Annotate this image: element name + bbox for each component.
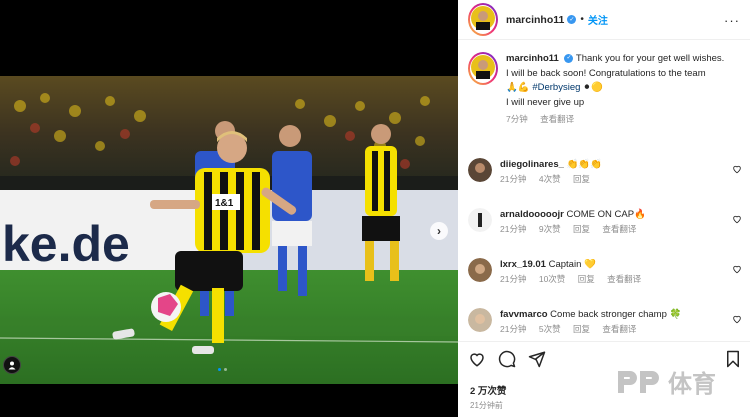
comment-text: 👏👏👏 xyxy=(566,159,603,170)
comment-likes[interactable]: 4次赞 xyxy=(539,174,561,184)
comment-text: Captain 💛 xyxy=(548,259,596,270)
comment-time: 21分钟 xyxy=(500,274,527,284)
yellow-circle-icon: 🟡 xyxy=(591,82,603,93)
comment-item: diiegolinares_ 👏👏👏 21分钟 4次赞 回复 xyxy=(468,158,744,186)
comment-reply-button[interactable]: 回复 xyxy=(573,224,590,234)
verified-badge-icon: ✓ xyxy=(567,15,577,24)
comment-time: 21分钟 xyxy=(500,174,527,184)
comment-bubble-icon[interactable] xyxy=(498,350,516,368)
comment-username[interactable]: arnaldooooojr xyxy=(500,209,564,220)
caption-username[interactable]: marcinho11 xyxy=(506,53,559,64)
comment-username[interactable]: diiegolinares_ xyxy=(500,159,564,170)
verified-badge-icon: ✓ xyxy=(564,53,574,63)
bookmark-icon[interactable] xyxy=(724,350,742,368)
comment-likes[interactable]: 10次赞 xyxy=(539,274,565,284)
carousel-dot xyxy=(224,368,227,371)
comment-translate-link[interactable]: 查看翻译 xyxy=(602,324,636,334)
caption-line-1: Thank you for your get well wishes. xyxy=(575,53,725,64)
comment-translate-link[interactable]: 查看翻译 xyxy=(602,224,636,234)
comment-avatar[interactable] xyxy=(468,308,492,332)
comment-username[interactable]: favvmarco xyxy=(500,309,548,320)
comment-reply-button[interactable]: 回复 xyxy=(573,174,590,184)
comment-avatar[interactable] xyxy=(468,258,492,282)
carousel-dots xyxy=(218,368,227,371)
pp-logo-icon xyxy=(618,370,659,393)
comment-time: 21分钟 xyxy=(500,324,527,334)
tagged-users-icon[interactable] xyxy=(3,356,21,374)
caption-time: 7分钟 xyxy=(506,114,528,124)
post-header: marcinho11 ✓ • 关注 ··· xyxy=(458,0,750,40)
black-circle-icon: ⚫ xyxy=(583,82,591,93)
share-send-icon[interactable] xyxy=(528,350,546,368)
comment-item: arnaldooooojr COME ON CAP🔥 21分钟 9次赞 回复 查… xyxy=(468,208,744,236)
comment-translate-link[interactable]: 查看翻译 xyxy=(607,274,641,284)
caption-translate-link[interactable]: 查看翻译 xyxy=(540,114,574,124)
action-bar: 2 万次赞 21分钟前 体育 xyxy=(458,341,750,417)
comment-item: lxrx_19.01 Captain 💛 21分钟 10次赞 回复 查看翻译 xyxy=(468,258,744,286)
comment-avatar[interactable] xyxy=(468,158,492,182)
football xyxy=(151,292,181,322)
header-username[interactable]: marcinho11 xyxy=(506,14,564,26)
like-heart-icon[interactable] xyxy=(468,350,486,368)
post-photo[interactable]: ke.de 1&1 xyxy=(0,76,458,384)
likes-count[interactable]: 2 万次赞 xyxy=(470,383,506,397)
carousel-dot-active xyxy=(218,368,221,371)
praying-hands-icon: 🙏 xyxy=(506,82,518,93)
watermark: 体育 xyxy=(616,364,716,399)
avatar-image xyxy=(471,6,495,30)
comment-like-heart-icon[interactable] xyxy=(732,214,742,224)
comment-likes[interactable]: 9次赞 xyxy=(539,224,561,234)
comment-text: Come back stronger champ 🍀 xyxy=(550,309,682,320)
ad-board-text: ke.de xyxy=(2,216,130,272)
hashtag-link[interactable]: #Derbysieg xyxy=(532,82,580,93)
caption-avatar[interactable] xyxy=(468,52,498,85)
jersey-sponsor: 1&1 xyxy=(215,198,234,209)
football-photo: ke.de 1&1 xyxy=(0,76,458,384)
comment-like-heart-icon[interactable] xyxy=(732,164,742,174)
comment-reply-button[interactable]: 回复 xyxy=(573,324,590,334)
more-options-icon[interactable]: ··· xyxy=(724,13,740,28)
comment-likes[interactable]: 5次赞 xyxy=(539,324,561,334)
follow-button[interactable]: 关注 xyxy=(588,12,608,27)
caption-line-3: I will never give up xyxy=(506,96,585,108)
post-panel: marcinho11 ✓ • 关注 ··· marcinho11 ✓ Thank… xyxy=(458,0,750,417)
caption: marcinho11 ✓ Thank you for your get well… xyxy=(468,52,744,127)
caption-line-2: I will be back soon! Congratulations to … xyxy=(506,67,706,79)
comment-item: favvmarco Come back stronger champ 🍀 21分… xyxy=(468,308,744,336)
comment-like-heart-icon[interactable] xyxy=(732,264,742,274)
post-time: 21分钟前 xyxy=(470,401,503,410)
post-media: ke.de 1&1 › xyxy=(0,0,458,417)
flexed-biceps-icon: 💪 xyxy=(517,82,530,93)
next-image-button[interactable]: › xyxy=(430,222,448,240)
comment-username[interactable]: lxrx_19.01 xyxy=(500,259,546,270)
comment-reply-button[interactable]: 回复 xyxy=(578,274,595,284)
comment-avatar[interactable] xyxy=(468,208,492,232)
comment-text: COME ON CAP🔥 xyxy=(566,209,646,220)
watermark-text: 体育 xyxy=(668,371,716,398)
comment-like-heart-icon[interactable] xyxy=(732,314,742,324)
comment-time: 21分钟 xyxy=(500,224,527,234)
header-separator: • xyxy=(580,14,584,25)
avatar[interactable] xyxy=(468,3,498,36)
caption-body: marcinho11 ✓ Thank you for your get well… xyxy=(506,52,724,127)
avatar-image xyxy=(471,55,495,79)
